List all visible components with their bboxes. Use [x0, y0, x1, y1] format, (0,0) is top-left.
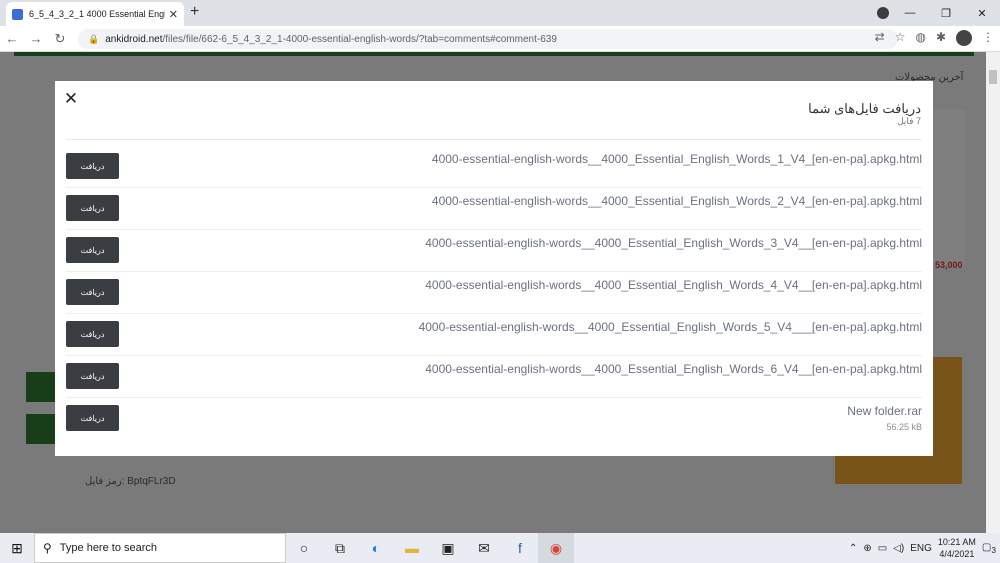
file-count: 7 فایل — [897, 116, 921, 126]
lock-icon[interactable]: 🔒 — [88, 34, 99, 45]
notifications-icon[interactable]: ▢3 — [982, 542, 996, 555]
clock-time: 10:21 AM — [937, 537, 976, 547]
file-name: New folder.rar — [847, 404, 922, 418]
cortana-icon[interactable]: ○ — [286, 533, 322, 563]
download-modal: ✕ دریافت فایل‌های شما 7 فایل دریافت 4000… — [55, 81, 933, 456]
new-tab-icon[interactable]: + — [190, 3, 199, 21]
file-row: دریافت 4000-essential-english-words__400… — [66, 230, 922, 272]
clock-date: 4/4/2021 — [939, 549, 975, 559]
task-view-icon[interactable]: ⧉ — [322, 533, 358, 563]
file-name: 4000-essential-english-words__4000_Essen… — [418, 320, 922, 334]
translate-icon[interactable]: ⇄ — [875, 30, 885, 46]
minimize-icon[interactable]: — — [892, 7, 928, 19]
volume-icon[interactable]: ◁) — [893, 543, 904, 554]
scrollbar-thumb[interactable] — [989, 70, 997, 84]
download-button[interactable]: دریافت — [66, 237, 119, 263]
file-name: 4000-essential-english-words__4000_Essen… — [431, 152, 922, 166]
tray-overflow-icon[interactable]: ⌃ — [849, 543, 857, 554]
taskbar: ⊞ ⚲ Type here to search ○ ⧉ ◐ ▬ ▣ ✉ f ◉ … — [0, 533, 1000, 563]
file-name: 4000-essential-english-words__4000_Essen… — [425, 278, 922, 292]
chrome-icon[interactable]: ◉ — [538, 533, 574, 563]
download-button[interactable]: دریافت — [66, 153, 119, 179]
download-button[interactable]: دریافت — [66, 195, 119, 221]
network-icon[interactable]: ⊕ — [863, 543, 871, 554]
browser-toolbar: ← → ↻ 🔒 ankidroid.net /files/file/662-6_… — [0, 26, 1000, 52]
file-row: دریافت 4000-essential-english-words__400… — [66, 356, 922, 398]
download-button[interactable]: دریافت — [66, 321, 119, 347]
file-name: 4000-essential-english-words__4000_Essen… — [431, 194, 922, 208]
browser-tab[interactable]: 6_5_4_3_2_1 4000 Essential Englis ✕ — [6, 2, 184, 26]
tab-strip: 6_5_4_3_2_1 4000 Essential Englis ✕ + — … — [0, 0, 1000, 26]
facebook-icon[interactable]: f — [502, 533, 538, 563]
window-close-icon[interactable]: ✕ — [964, 7, 1000, 20]
battery-icon[interactable]: ▭ — [878, 543, 887, 554]
tab-close-icon[interactable]: ✕ — [169, 8, 178, 21]
file-row: دریافت 4000-essential-english-words__400… — [66, 314, 922, 356]
edge-icon[interactable]: ◐ — [358, 533, 394, 563]
system-tray: ⌃ ⊕ ▭ ◁) ENG 10:21 AM 4/4/2021 ▢3 — [849, 533, 996, 563]
profile-avatar[interactable] — [956, 30, 972, 46]
toolbar-icons: ⇄ ☆ ◍ ✱ ⋮ — [875, 30, 994, 46]
menu-icon[interactable]: ⋮ — [982, 30, 994, 46]
file-name: 4000-essential-english-words__4000_Essen… — [425, 362, 922, 376]
file-name: 4000-essential-english-words__4000_Essen… — [425, 236, 922, 250]
download-button[interactable]: دریافت — [66, 279, 119, 305]
page-scrollbar[interactable] — [986, 52, 1000, 533]
forward-icon[interactable]: → — [24, 31, 48, 46]
window-controls: — ❐ ✕ — [892, 0, 1000, 26]
store-icon[interactable]: ▣ — [430, 533, 466, 563]
bookmark-star-icon[interactable]: ☆ — [895, 30, 906, 46]
reload-icon[interactable]: ↻ — [48, 31, 72, 47]
modal-title: دریافت فایل‌های شما — [808, 101, 921, 116]
language-indicator[interactable]: ENG — [910, 543, 932, 554]
site-favicon-icon — [12, 8, 23, 20]
download-button[interactable]: دریافت — [66, 363, 119, 389]
search-icon: ⚲ — [43, 541, 52, 555]
globe-icon[interactable]: ◍ — [915, 30, 925, 46]
tab-search-icon[interactable] — [877, 7, 889, 19]
taskbar-search[interactable]: ⚲ Type here to search — [34, 533, 286, 563]
search-placeholder: Type here to search — [59, 542, 158, 554]
clock[interactable]: 10:21 AM 4/4/2021 — [938, 536, 976, 560]
maximize-icon[interactable]: ❐ — [928, 7, 964, 20]
file-row: دریافت 4000-essential-english-words__400… — [66, 272, 922, 314]
windows-start-icon[interactable]: ⊞ — [0, 533, 34, 563]
notification-count: 3 — [991, 544, 996, 555]
file-size: 56.25 kB — [886, 422, 922, 432]
extensions-icon[interactable]: ✱ — [936, 30, 946, 46]
divider — [66, 139, 922, 140]
back-icon[interactable]: ← — [0, 31, 24, 46]
tab-title: 6_5_4_3_2_1 4000 Essential Englis — [29, 9, 165, 19]
file-row: دریافت New folder.rar 56.25 kB — [66, 398, 922, 440]
mail-icon[interactable]: ✉ — [466, 533, 502, 563]
url-path: /files/file/662-6_5_4_3_2_1-4000-essenti… — [162, 33, 557, 45]
url-domain: ankidroid.net — [105, 33, 163, 45]
file-row: دریافت 4000-essential-english-words__400… — [66, 146, 922, 188]
modal-close-icon[interactable]: ✕ — [63, 90, 79, 107]
file-explorer-icon[interactable]: ▬ — [394, 533, 430, 563]
download-button[interactable]: دریافت — [66, 405, 119, 431]
file-row: دریافت 4000-essential-english-words__400… — [66, 188, 922, 230]
address-bar[interactable]: 🔒 ankidroid.net /files/file/662-6_5_4_3_… — [78, 29, 898, 49]
